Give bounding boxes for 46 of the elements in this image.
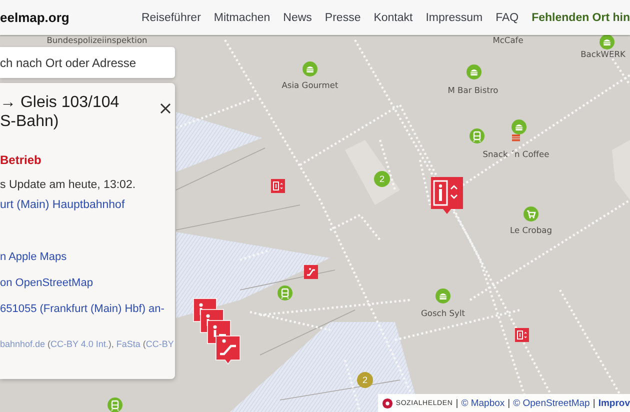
attribution-link[interactable]: © OpenStreetMap: [513, 398, 590, 408]
cart-icon[interactable]: [523, 206, 539, 222]
place-label: Gosch Sylt: [420, 309, 466, 318]
elevator-icon[interactable]: [271, 179, 285, 193]
close-button[interactable]: [158, 101, 173, 116]
close-icon: [160, 103, 171, 114]
site-logo[interactable]: eelmap.org: [0, 10, 70, 25]
burger-icon[interactable]: [302, 61, 318, 77]
train-icon[interactable]: [469, 128, 485, 144]
separator-text: |: [456, 398, 458, 408]
credits-text: bahnhof.de (CC-BY 4.0 Int.), FaSta (CC-BY: [0, 339, 174, 349]
update-text: s Update am heute, 13:02.: [0, 179, 136, 191]
train-icon[interactable]: [277, 285, 293, 301]
escalator-icon[interactable]: [304, 265, 318, 279]
separator-text: |: [508, 398, 510, 408]
nav-link[interactable]: News: [283, 12, 312, 24]
place-label: Le Crobag: [510, 226, 552, 235]
status-text: Betrieb: [0, 153, 42, 167]
nav-link[interactable]: Kontakt: [374, 12, 413, 24]
nav-link[interactable]: Presse: [324, 12, 361, 24]
train-icon[interactable]: [107, 397, 123, 412]
panel-link[interactable]: 651055 (Frankfurt (Main) Hbf) an-: [0, 303, 164, 315]
station-link[interactable]: urt (Main) Hauptbahnhof: [0, 199, 125, 211]
place-label: Asia Gourmet: [282, 81, 338, 90]
nav-link[interactable]: Mitmachen: [214, 12, 270, 24]
burger-icon[interactable]: [435, 288, 451, 304]
nav-link[interactable]: Fehlenden Ort hin: [532, 12, 630, 24]
separator-text: |: [592, 398, 596, 408]
burger-icon[interactable]: [466, 64, 482, 80]
place-label: M Bar Bistro: [448, 86, 498, 95]
burger-icon[interactable]: [511, 119, 527, 135]
nav-link[interactable]: Impressum: [426, 12, 483, 24]
place-label: Bundespolizeiinspektion: [46, 36, 148, 45]
nav-link[interactable]: Reiseführer: [141, 12, 201, 24]
attribution-link[interactable]: Improv: [598, 398, 630, 408]
elevator-icon[interactable]: [515, 328, 529, 342]
place-title: → Gleis 103/104 S-Bahn): [0, 93, 120, 131]
search-field[interactable]: ch nach Ort oder Adresse: [0, 47, 175, 78]
burger-icon[interactable]: [599, 34, 615, 50]
place-label: Snack ´n Coffee: [482, 150, 550, 159]
panel-link[interactable]: on OpenStreetMap: [0, 277, 93, 289]
panel-link[interactable]: n Apple Maps: [0, 251, 67, 263]
place-label: McCafe: [492, 36, 524, 45]
nav-link[interactable]: FAQ: [496, 12, 519, 24]
attribution-link[interactable]: © Mapbox: [461, 398, 505, 408]
place-label: BackWERK: [580, 50, 626, 59]
